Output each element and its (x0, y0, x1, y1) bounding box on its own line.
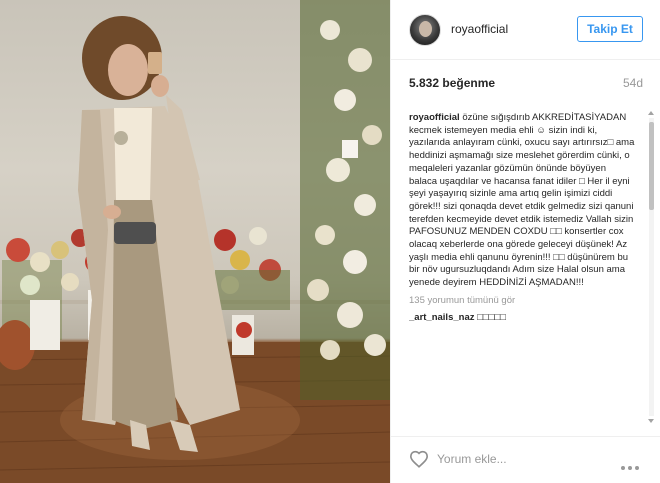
scroll-down-arrow-icon[interactable] (648, 419, 654, 423)
likes-count[interactable]: 5.832 beğenme (409, 76, 495, 90)
more-dot (628, 466, 632, 470)
caption-text: özüne sığışdırıb AKKREDİTASİYADAN kecmek… (409, 112, 635, 289)
more-options-icon[interactable] (621, 457, 643, 470)
post-photo (0, 0, 390, 483)
post-side-panel: royaofficial Takip Et 5.832 beğenme 54d … (390, 0, 660, 483)
comment-text: □□□□□ (477, 311, 506, 323)
scroll-up-arrow-icon[interactable] (648, 111, 654, 115)
avatar-face (419, 21, 432, 37)
username-link[interactable]: royaofficial (451, 22, 508, 36)
post-footer (391, 436, 660, 483)
comment-username[interactable]: _art_nails_naz (409, 312, 474, 323)
follow-button[interactable]: Takip Et (577, 16, 643, 42)
caption-username[interactable]: royaofficial (409, 112, 460, 123)
heart-outline-icon[interactable] (409, 450, 429, 468)
scroll-thumb[interactable] (649, 122, 654, 210)
comment-input[interactable] (437, 450, 597, 468)
likes-row: 5.832 beğenme 54d (409, 76, 643, 92)
avatar[interactable] (409, 14, 441, 46)
post-header: royaofficial Takip Et (391, 0, 660, 60)
comments-list[interactable]: royaofficial özüne sığışdırıb AKKREDİTAS… (409, 112, 635, 412)
post-time[interactable]: 54d (623, 76, 643, 90)
comments-scrollbar[interactable] (647, 110, 655, 425)
more-dot (621, 466, 625, 470)
view-all-comments-link[interactable]: 135 yorumun tümünü gör (409, 295, 635, 308)
comment-item: _art_nails_naz □□□□□ (409, 312, 635, 325)
more-dot (635, 466, 639, 470)
